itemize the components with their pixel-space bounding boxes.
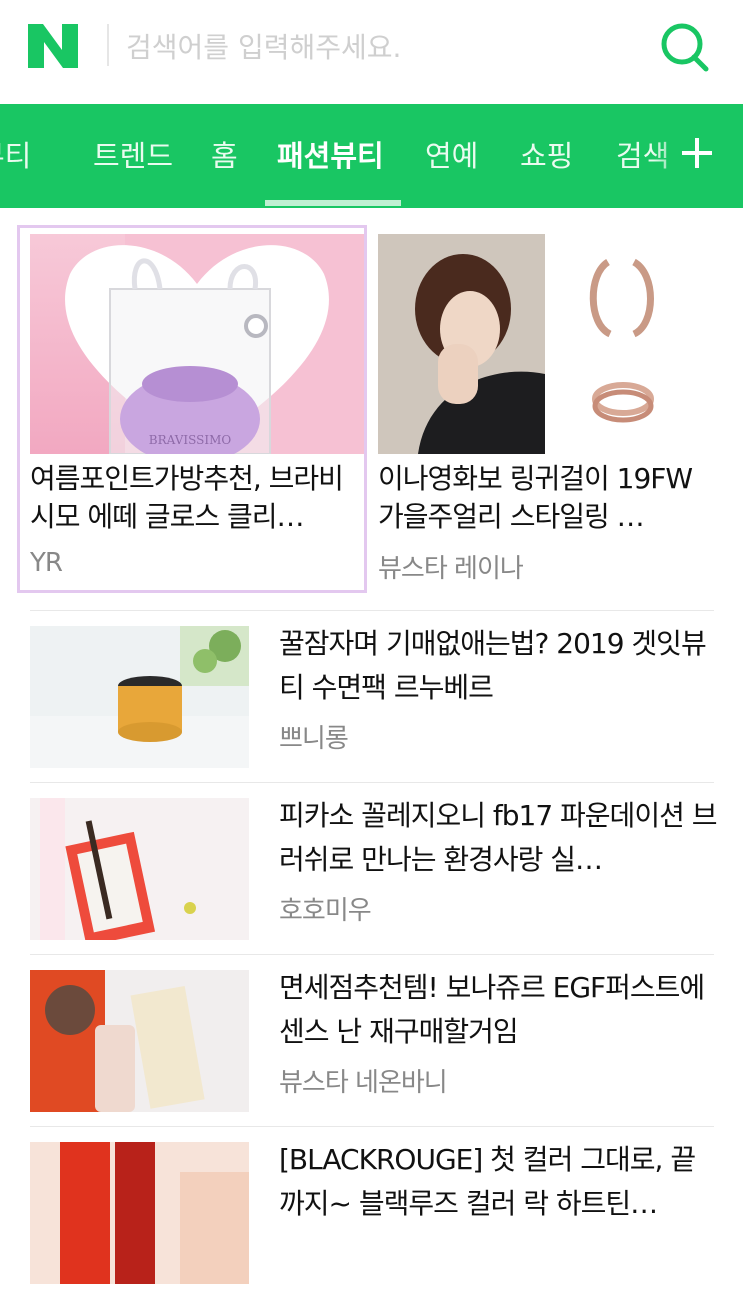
search-input[interactable] xyxy=(124,26,628,68)
article-thumbnail xyxy=(378,234,712,454)
article-thumbnail xyxy=(30,1142,249,1284)
article-source: YR xyxy=(30,548,63,578)
article-title: 면세점추천템! 보나쥬르 EGF퍼스트에센스 난 재구매할거임 xyxy=(279,971,705,1048)
article-title: [BLACKROUGE] 첫 컬러 그대로, 끝까지~ 블랙루즈 컬러 락 하트… xyxy=(279,1143,696,1220)
active-tab-indicator xyxy=(265,200,401,206)
tab-shopping[interactable]: 쇼핑 xyxy=(520,104,573,208)
article-title: 피카소 꼴레지오니 fb17 파운데이션 브러쉬로 만나는 환경사랑 실… xyxy=(279,799,718,876)
list-divider xyxy=(30,782,714,783)
naver-logo[interactable] xyxy=(28,24,78,68)
article-source: 쁘니롱 xyxy=(279,724,349,754)
tab-beauty[interactable]: 뷰티 xyxy=(0,104,31,208)
tab-entertainment[interactable]: 연예 xyxy=(425,104,478,208)
article-title: 이나영화보 링귀걸이 19FW 가을주얼리 스타일링 … xyxy=(378,462,693,533)
category-tab-bar: 뷰티 트렌드 홈 패션뷰티 연예 쇼핑 검색 xyxy=(0,104,743,208)
tab-home[interactable]: 홈 xyxy=(211,104,238,208)
list-divider xyxy=(30,1126,714,1127)
article-title: 여름포인트가방추천, 브라비시모 에떼 글로스 클리… xyxy=(30,462,344,533)
tab-fashion-beauty[interactable]: 패션뷰티 xyxy=(277,104,384,208)
list-item[interactable]: 면세점추천템! 보나쥬르 EGF퍼스트에센스 난 재구매할거임 뷰스타 네온바니 xyxy=(0,956,743,1128)
article-thumbnail xyxy=(30,970,249,1112)
article-title: 꿀잠자며 기매없애는법? 2019 겟잇뷰티 수면팩 르누베르 xyxy=(279,627,707,704)
header-divider xyxy=(107,24,109,66)
tab-trend[interactable]: 트렌드 xyxy=(93,104,173,208)
article-thumbnail xyxy=(30,626,249,768)
search-icon[interactable] xyxy=(656,18,712,74)
article-source: 호호미우 xyxy=(279,896,372,926)
header xyxy=(0,0,743,104)
article-card[interactable]: BRAVISSIMO 여름포인트가방추천, 브라비시모 에떼 글로스 클리… Y… xyxy=(17,225,367,593)
list-item[interactable]: [BLACKROUGE] 첫 컬러 그대로, 끝까지~ 블랙루즈 컬러 락 하트… xyxy=(0,1128,743,1300)
list-item[interactable]: 꿀잠자며 기매없애는법? 2019 겟잇뷰티 수면팩 르누베르 쁘니롱 xyxy=(0,612,743,784)
list-item[interactable]: 피카소 꼴레지오니 fb17 파운데이션 브러쉬로 만나는 환경사랑 실… 호호… xyxy=(0,784,743,956)
article-card[interactable]: 이나영화보 링귀걸이 19FW 가을주얼리 스타일링 … 뷰스타 레이나 xyxy=(368,228,712,590)
article-source: 뷰스타 레이나 xyxy=(378,554,524,584)
list-divider xyxy=(30,954,714,955)
thumbnail-brand-text: BRAVISSIMO xyxy=(149,433,232,447)
plus-icon[interactable] xyxy=(682,138,712,168)
article-thumbnail: BRAVISSIMO xyxy=(30,234,364,454)
list-divider xyxy=(30,610,714,611)
article-source: 뷰스타 네온바니 xyxy=(279,1068,448,1098)
article-thumbnail xyxy=(30,798,249,940)
